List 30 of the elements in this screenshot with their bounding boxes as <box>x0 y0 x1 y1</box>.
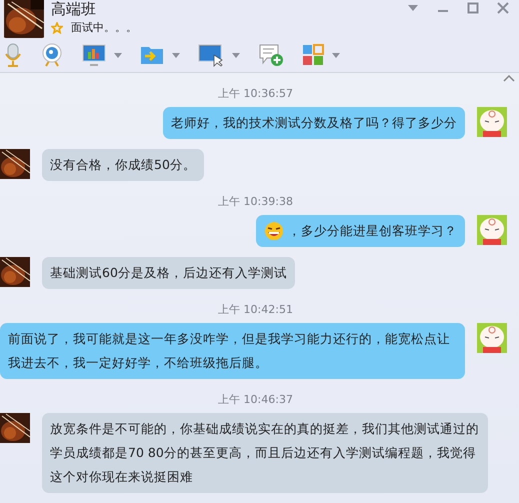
apps-grid-icon[interactable] <box>302 44 324 66</box>
timestamp: 上午 10:39:38 <box>218 194 293 209</box>
caret-icon[interactable] <box>114 52 122 58</box>
maximize-icon[interactable] <box>467 2 479 14</box>
webcam-icon[interactable] <box>40 43 64 68</box>
timestamp: 上午 10:42:51 <box>218 302 293 317</box>
message-bubble: 前面说了，我可能就是这一年多没咋学，但是我学习能力还行的，能宽松点让我进去不，我一定好好学，不给班级拖后腿。 <box>0 323 465 379</box>
caret-icon[interactable] <box>332 52 340 58</box>
status-text: 面试中。。。 <box>71 20 137 35</box>
dropdown-icon[interactable] <box>407 4 419 12</box>
message-bubble: 基础测试60分是及格，后边还有入学测试 <box>42 257 295 289</box>
microphone-icon[interactable] <box>4 43 22 68</box>
message-bubble: 没有合格，你成绩50分。 <box>42 149 204 181</box>
chat-add-icon[interactable] <box>258 43 284 68</box>
caret-icon[interactable] <box>172 52 180 58</box>
message-bubble: 放宽条件是不可能的，你基础成绩说实在的真的挺差，我们其他测试通过的学员成绩都是70 80分的甚至更高，而且后边还有入学测试编程题，我觉得这个对你现在来说挺困难 <box>42 413 488 493</box>
sheep-avatar-icon <box>477 215 507 245</box>
sheep-avatar-icon <box>477 107 507 137</box>
caret-icon[interactable] <box>232 52 240 58</box>
timestamp: 上午 10:46:37 <box>218 392 293 407</box>
sheep-avatar-icon <box>477 323 507 353</box>
timestamp: 上午 10:36:57 <box>218 86 293 101</box>
monitor-cursor-icon[interactable] <box>198 43 224 68</box>
message-bubble: 老师好，我的技术测试分数及格了吗？得了多少分 <box>163 107 465 139</box>
collapse-icon[interactable] <box>503 75 515 82</box>
contact-name: 高端班 <box>51 0 97 18</box>
close-icon[interactable] <box>497 2 509 14</box>
star-icon <box>51 22 63 34</box>
message-bubble: ，多少分能进星创客班学习？ <box>256 215 465 247</box>
chart-screen-icon[interactable] <box>82 43 106 68</box>
